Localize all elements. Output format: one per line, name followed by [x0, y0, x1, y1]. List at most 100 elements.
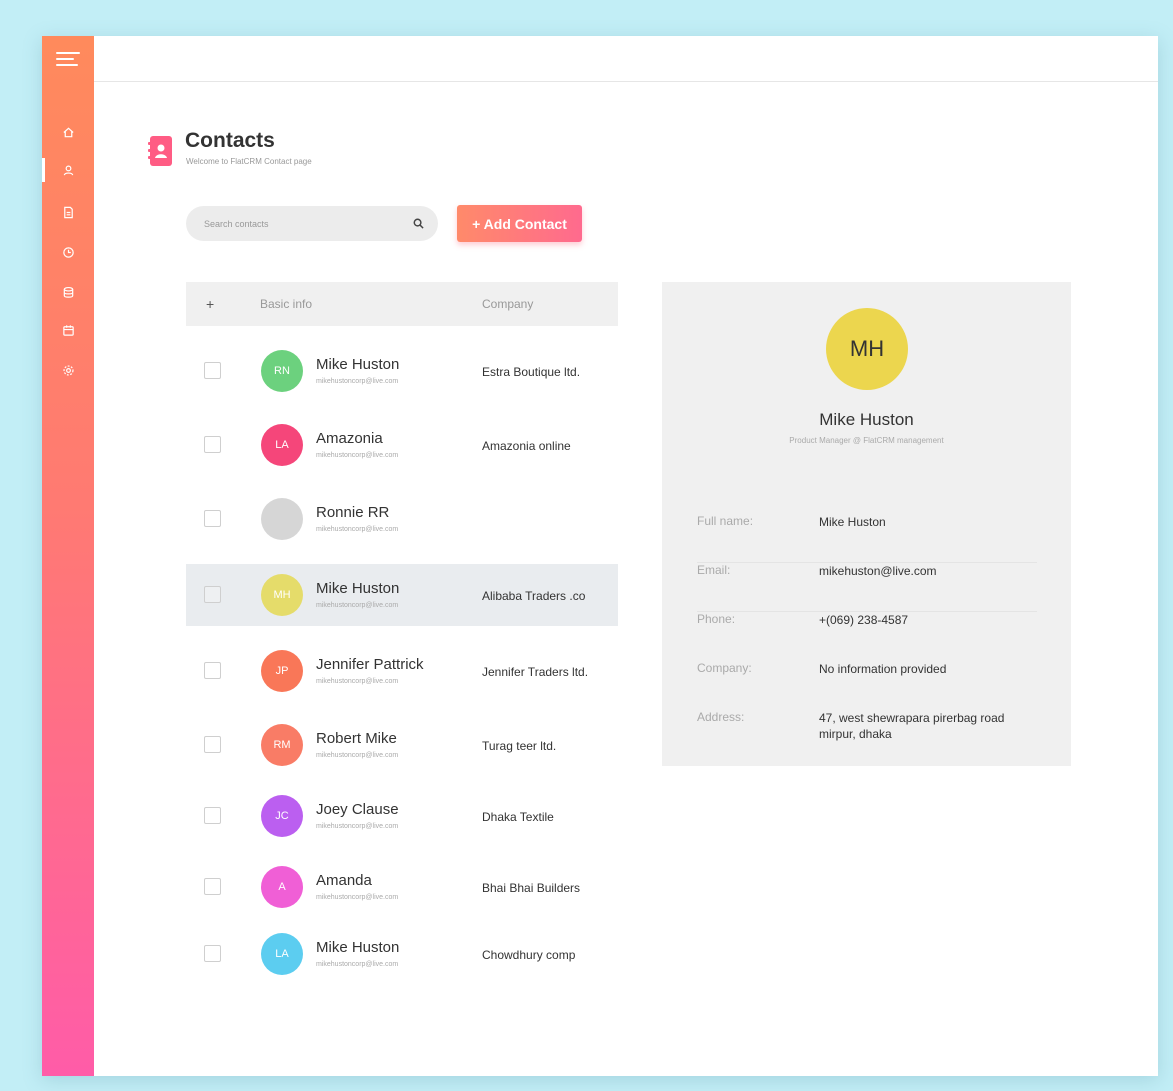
table-header: + Basic info Company — [186, 282, 618, 326]
detail-name: Mike Huston — [819, 410, 914, 429]
page-title: Contacts — [185, 129, 275, 152]
contact-email: mikehustoncorp@live.com — [316, 752, 399, 759]
contact-name: Robert Mike — [316, 730, 397, 747]
field-value: +(069) 238-4587 — [819, 613, 909, 627]
page-subtitle: Welcome to FlatCRM Contact page — [186, 157, 312, 166]
column-header-basic-info[interactable]: Basic info — [260, 297, 312, 311]
contact-company: Turag teer ltd. — [482, 739, 557, 753]
contact-email: mikehustoncorp@live.com — [316, 378, 399, 385]
contact-company: Bhai Bhai Builders — [482, 881, 581, 895]
field-label: Company: — [697, 661, 752, 675]
contact-company: Dhaka Textile — [482, 810, 554, 824]
contact-company: Chowdhury comp — [482, 948, 576, 962]
contact-name: Ronnie RR — [316, 504, 390, 521]
avatar: JC — [261, 795, 303, 837]
search-input[interactable] — [204, 218, 413, 229]
row-checkbox[interactable] — [204, 878, 221, 895]
search-icon[interactable] — [413, 218, 424, 229]
table-row[interactable]: Ronnie RR mikehustoncorp@live.com — [186, 488, 618, 550]
row-checkbox[interactable] — [204, 736, 221, 753]
sidebar-item-database[interactable] — [42, 280, 94, 304]
user-icon — [63, 165, 73, 175]
contact-company: Estra Boutique ltd. — [482, 365, 581, 379]
avatar: A — [261, 866, 303, 908]
row-checkbox[interactable] — [204, 662, 221, 679]
avatar — [261, 498, 303, 540]
table-row[interactable]: RN Mike Huston mikehustoncorp@live.com E… — [186, 340, 618, 402]
contact-book-icon — [148, 136, 172, 166]
avatar: RM — [261, 724, 303, 766]
app-window: Contacts Welcome to FlatCRM Contact page… — [42, 36, 1158, 1076]
detail-field-company: Company: No information provided — [697, 661, 1037, 710]
contact-name: Mike Huston — [316, 580, 400, 597]
avatar: JP — [261, 650, 303, 692]
contact-name: Amazonia — [316, 430, 383, 447]
gear-icon — [62, 364, 74, 376]
top-bar — [94, 36, 1158, 82]
table-row[interactable]: MH Mike Huston mikehustoncorp@live.com A… — [186, 564, 618, 626]
sidebar-item-documents[interactable] — [42, 200, 94, 224]
field-label: Full name: — [697, 514, 754, 528]
avatar: RN — [261, 350, 303, 392]
row-checkbox[interactable] — [204, 362, 221, 379]
home-icon — [62, 127, 74, 137]
table-row[interactable]: JP Jennifer Pattrick mikehustoncorp@live… — [186, 640, 618, 702]
sidebar-item-contacts[interactable] — [42, 158, 94, 182]
field-label: Email: — [697, 563, 731, 577]
detail-field-address: Address: 47, west shewrapara pirerbag ro… — [697, 710, 1037, 759]
table-row[interactable]: LA Amazonia mikehustoncorp@live.com Amaz… — [186, 414, 618, 476]
detail-field-phone: Phone: +(069) 238-4587 — [697, 612, 1037, 661]
contact-company: Alibaba Traders .co — [482, 589, 586, 603]
contact-email: mikehustoncorp@live.com — [316, 961, 399, 968]
field-label: Address: — [697, 710, 745, 724]
contact-company: Amazonia online — [482, 439, 571, 453]
field-value: 47, west shewrapara pirerbag road mirpur… — [819, 711, 1005, 741]
detail-role: Product Manager @ FlatCRM management — [789, 436, 944, 445]
add-contact-button[interactable]: + Add Contact — [457, 205, 582, 242]
detail-avatar: MH — [826, 308, 908, 390]
sidebar — [42, 36, 94, 1076]
clock-icon — [62, 246, 74, 258]
row-checkbox[interactable] — [204, 945, 221, 962]
detail-field-full-name: Full name: Mike Huston — [697, 514, 1037, 563]
calendar-icon — [62, 324, 74, 336]
table-row[interactable]: LA Mike Huston mikehustoncorp@live.com C… — [186, 923, 618, 985]
row-checkbox[interactable] — [204, 436, 221, 453]
field-value: Mike Huston — [819, 515, 886, 529]
table-row[interactable]: JC Joey Clause mikehustoncorp@live.com D… — [186, 785, 618, 847]
sidebar-item-history[interactable] — [42, 240, 94, 264]
contact-name: Jennifer Pattrick — [316, 656, 424, 673]
row-checkbox[interactable] — [204, 510, 221, 527]
avatar: LA — [261, 424, 303, 466]
contact-email: mikehustoncorp@live.com — [316, 823, 399, 830]
contact-company: Jennifer Traders ltd. — [482, 665, 589, 679]
row-checkbox[interactable] — [204, 807, 221, 824]
table-row[interactable]: A Amanda mikehustoncorp@live.com Bhai Bh… — [186, 856, 618, 918]
sidebar-item-home[interactable] — [42, 120, 94, 144]
sidebar-item-calendar[interactable] — [42, 318, 94, 342]
avatar: MH — [261, 574, 303, 616]
field-label: Phone: — [697, 612, 736, 626]
contact-name: Joey Clause — [316, 801, 399, 818]
column-header-company[interactable]: Company — [482, 297, 533, 311]
row-checkbox[interactable] — [204, 586, 221, 603]
contact-name: Amanda — [316, 872, 372, 889]
field-value: mikehuston@live.com — [819, 564, 937, 578]
contact-email: mikehustoncorp@live.com — [316, 526, 399, 533]
contact-email: mikehustoncorp@live.com — [316, 602, 399, 609]
contact-email: mikehustoncorp@live.com — [316, 678, 399, 685]
hamburger-menu-icon[interactable] — [56, 52, 80, 70]
table-row[interactable]: RM Robert Mike mikehustoncorp@live.com T… — [186, 714, 618, 776]
detail-field-email: Email: mikehuston@live.com — [697, 563, 1037, 612]
avatar: LA — [261, 933, 303, 975]
search-bar — [186, 206, 438, 241]
contact-name: Mike Huston — [316, 939, 400, 956]
sidebar-item-settings[interactable] — [42, 358, 94, 382]
contact-detail-panel: MH Mike Huston Product Manager @ FlatCRM… — [662, 282, 1071, 766]
contact-email: mikehustoncorp@live.com — [316, 452, 399, 459]
add-row-button[interactable]: + — [206, 296, 214, 312]
contact-email: mikehustoncorp@live.com — [316, 894, 399, 901]
document-icon — [63, 206, 73, 218]
contact-name: Mike Huston — [316, 356, 400, 373]
field-value: No information provided — [819, 662, 947, 676]
